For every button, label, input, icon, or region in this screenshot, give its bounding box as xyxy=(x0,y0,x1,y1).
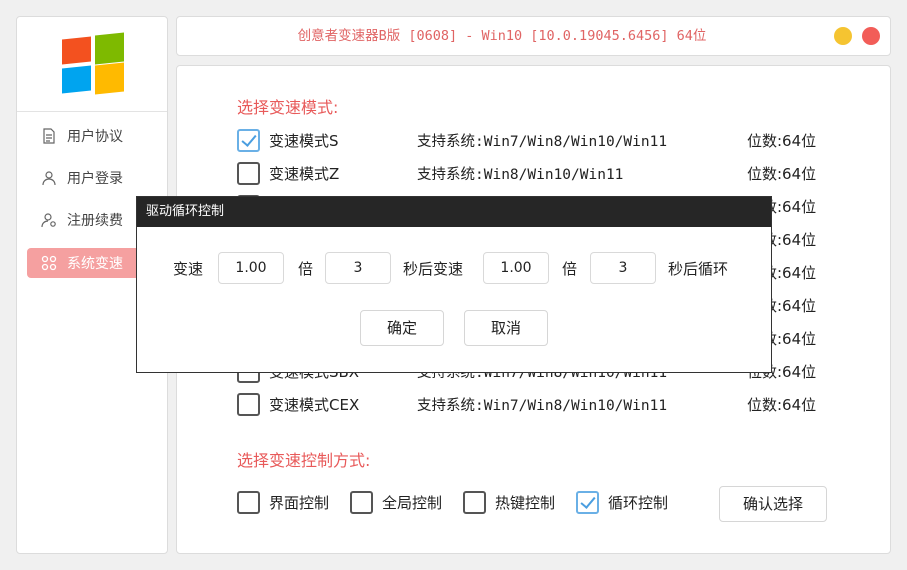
control-option-ui[interactable]: 界面控制 xyxy=(237,491,329,514)
control-option-label: 全局控制 xyxy=(382,494,443,512)
mode-bits: 位数:64位 xyxy=(747,395,817,414)
grid-icon xyxy=(41,255,57,271)
mode-checkbox[interactable] xyxy=(237,128,260,152)
sidebar-item-system-speed[interactable]: 系统变速 xyxy=(27,248,147,278)
control-checkbox[interactable] xyxy=(237,491,260,514)
mode-support: 支持系统:Win7/Win8/Win10/Win11 xyxy=(417,397,668,414)
minimize-button[interactable] xyxy=(834,27,852,45)
mode-support: 支持系统:Win8/Win10/Win11 xyxy=(417,166,624,183)
cancel-button[interactable]: 取消 xyxy=(464,310,548,346)
control-option-label: 界面控制 xyxy=(269,494,330,512)
mode-row[interactable]: 变速模式CEX 支持系统:Win7/Win8/Win10/Win11 位数:64… xyxy=(237,391,837,417)
sidebar-item-user-login[interactable]: 用户登录 xyxy=(27,163,147,193)
mode-bits: 位数:64位 xyxy=(747,131,817,150)
sidebar-item-label: 用户登录 xyxy=(67,171,123,187)
confirm-selection-button[interactable]: 确认选择 xyxy=(719,486,827,522)
mode-bits: 位数:64位 xyxy=(747,164,817,183)
control-options: 界面控制 全局控制 热键控制 循环控制 确认选择 xyxy=(237,486,837,522)
document-icon xyxy=(43,128,55,144)
windows-logo-icon xyxy=(62,32,124,96)
sidebar-divider xyxy=(17,111,167,112)
control-option-global[interactable]: 全局控制 xyxy=(350,491,442,514)
control-option-hotkey[interactable]: 热键控制 xyxy=(463,491,555,514)
sidebar-item-label: 系统变速 xyxy=(67,256,123,272)
mode-row[interactable]: 变速模式Z 支持系统:Win8/Win10/Win11 位数:64位 xyxy=(237,160,837,186)
seconds2-input[interactable]: 3 xyxy=(590,252,656,284)
control-checkbox[interactable] xyxy=(576,491,599,514)
title-bar[interactable]: 创意者变速器B版 [0608] - Win10 [10.0.19045.6456… xyxy=(176,16,891,56)
control-option-label: 热键控制 xyxy=(495,494,556,512)
ok-button[interactable]: 确定 xyxy=(360,310,444,346)
sidebar-item-label: 注册续费 xyxy=(67,213,123,229)
sidebar-item-register-renew[interactable]: 注册续费 xyxy=(27,205,147,235)
mode-row[interactable]: 变速模式S 支持系统:Win7/Win8/Win10/Win11 位数:64位 xyxy=(237,127,837,153)
user-icon xyxy=(42,171,56,186)
mode-section-title: 选择变速模式: xyxy=(237,98,339,117)
speed-label: 变速 xyxy=(173,260,204,278)
loop-control-dialog: 驱动循环控制 变速 1.00 倍 3 秒后变速 1.00 倍 3 秒后循环 确定… xyxy=(136,196,772,373)
times2-label: 倍 xyxy=(562,260,578,278)
speed2-input[interactable]: 1.00 xyxy=(483,252,549,284)
seconds1-input[interactable]: 3 xyxy=(325,252,391,284)
control-section-title: 选择变速控制方式: xyxy=(237,451,371,470)
after-loop-label: 秒后循环 xyxy=(668,260,729,278)
mode-name: 变速模式CEX xyxy=(269,395,360,414)
mode-checkbox[interactable] xyxy=(237,161,260,185)
sidebar-item-user-agreement[interactable]: 用户协议 xyxy=(27,121,147,151)
control-checkbox[interactable] xyxy=(463,491,486,514)
control-option-loop[interactable]: 循环控制 xyxy=(576,491,668,514)
mode-name: 变速模式S xyxy=(269,131,339,150)
after-speed-label: 秒后变速 xyxy=(403,260,464,278)
close-button[interactable] xyxy=(862,27,880,45)
mode-checkbox[interactable] xyxy=(237,392,260,416)
mode-name: 变速模式Z xyxy=(269,164,340,183)
speed1-input[interactable]: 1.00 xyxy=(218,252,284,284)
dialog-title: 驱动循环控制 xyxy=(137,197,771,227)
sidebar-item-label: 用户协议 xyxy=(67,129,123,145)
window-title: 创意者变速器B版 [0608] - Win10 [10.0.19045.6456… xyxy=(297,28,707,44)
control-checkbox[interactable] xyxy=(350,491,373,514)
times1-label: 倍 xyxy=(298,260,314,278)
mode-support: 支持系统:Win7/Win8/Win10/Win11 xyxy=(417,133,668,150)
user-gear-icon xyxy=(41,213,56,228)
control-option-label: 循环控制 xyxy=(608,494,669,512)
